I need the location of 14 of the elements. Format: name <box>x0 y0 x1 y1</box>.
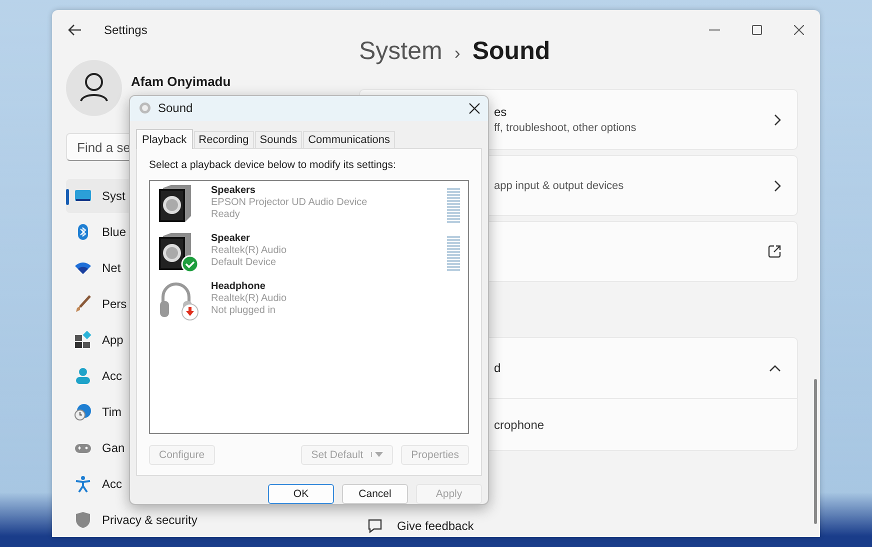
card-title: es <box>494 105 508 119</box>
card-subtitle: app input & output devices <box>494 180 625 192</box>
page-title: Sound <box>472 37 550 66</box>
breadcrumb-separator: › <box>454 43 460 64</box>
user-name: Afam Onyimadu <box>131 74 231 88</box>
card-subtitle: ff, troubleshoot, other options <box>494 122 638 134</box>
device-status: Default Device <box>211 256 278 269</box>
device-status: Not plugged in <box>211 304 276 317</box>
card-title: d <box>494 361 502 375</box>
device-driver: Realtek(R) Audio <box>211 292 287 305</box>
device-status: Ready <box>211 208 241 221</box>
device-driver: Realtek(R) Audio <box>211 244 287 257</box>
window-title: Settings <box>104 22 148 36</box>
dialog-title: Sound <box>158 101 193 116</box>
